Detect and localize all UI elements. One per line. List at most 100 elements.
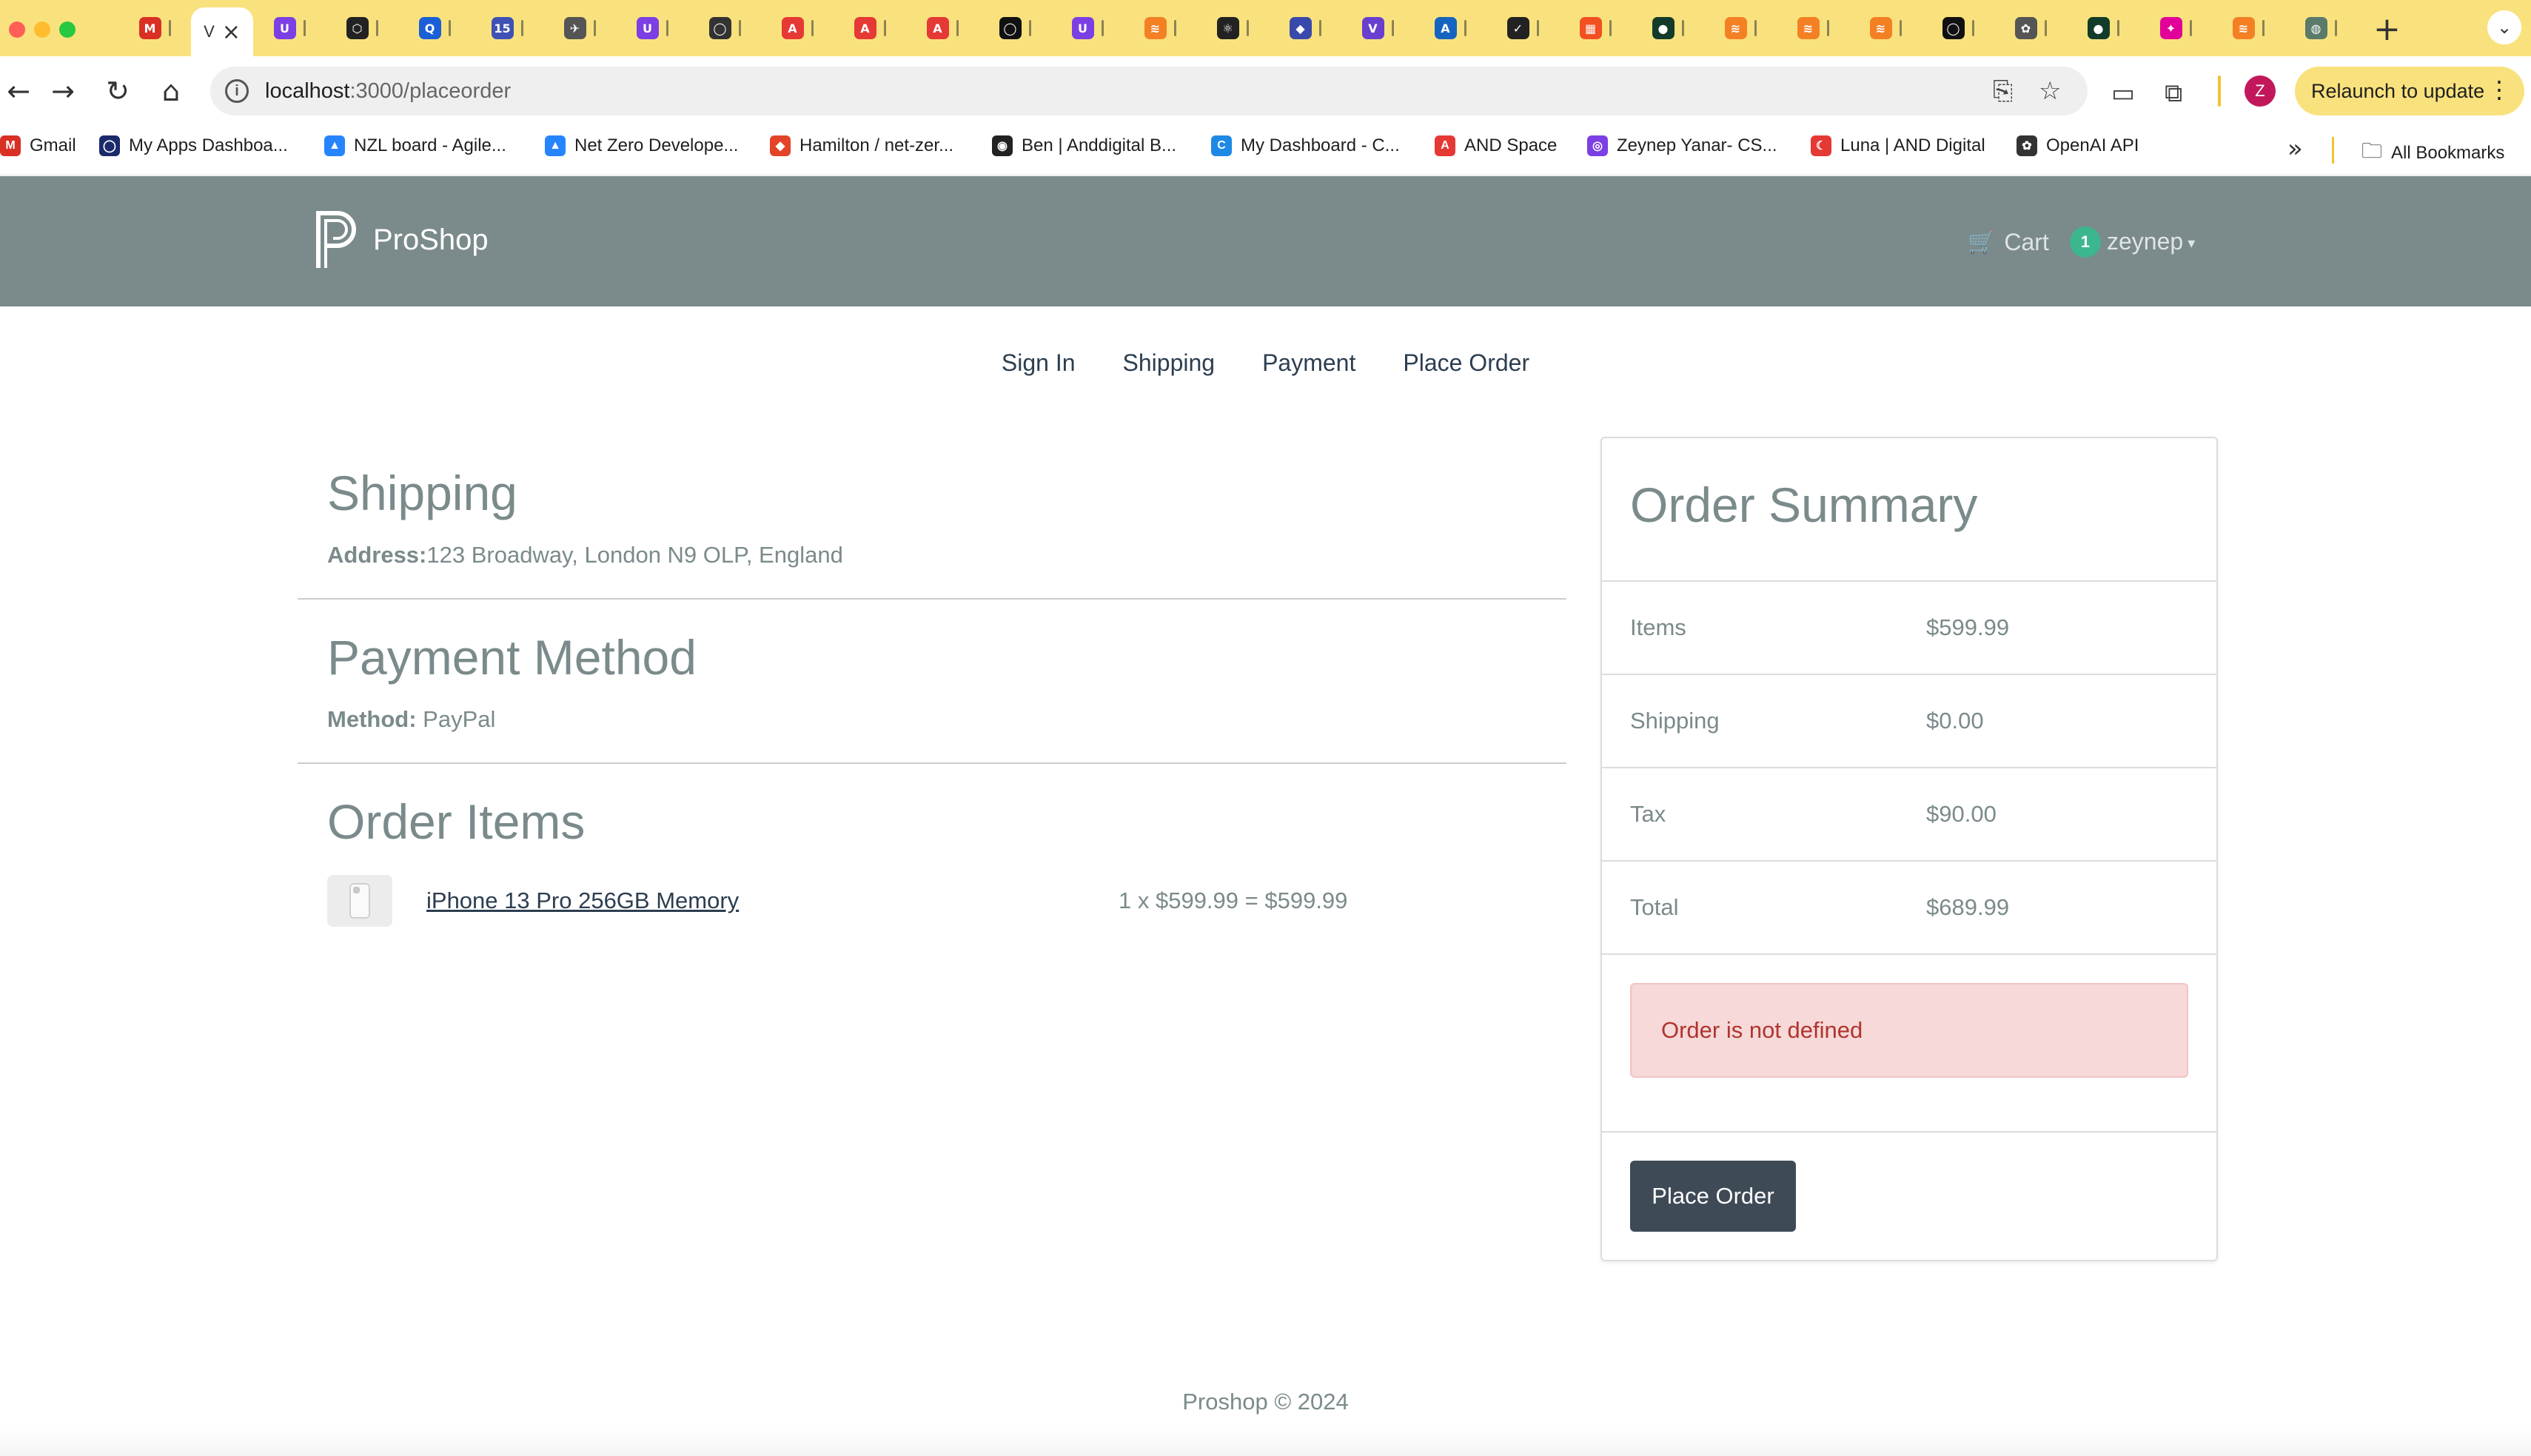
browser-tab[interactable]: U: [1051, 7, 1124, 49]
browser-tab[interactable]: ◍: [2284, 7, 2357, 49]
tab-title-fragment: [1536, 20, 1539, 36]
minimize-window-button[interactable]: [34, 21, 50, 38]
bookmark-item[interactable]: ▲ Net Zero Develope...: [545, 135, 738, 156]
browser-tab[interactable]: ≋: [1777, 7, 1849, 49]
step-payment[interactable]: Payment: [1262, 349, 1355, 377]
reload-icon[interactable]: ↻: [99, 73, 136, 110]
user-menu-dropdown[interactable]: zeynep ▾: [2107, 228, 2195, 255]
close-window-button[interactable]: [9, 21, 25, 38]
browser-tab[interactable]: ≋: [1849, 7, 1922, 49]
relaunch-button[interactable]: Relaunch to update ⋮: [2295, 67, 2524, 115]
shipping-address: Address:123 Broadway, London N9 OLP, Eng…: [327, 542, 1566, 568]
browser-tab[interactable]: ≋: [1704, 7, 1777, 49]
place-order-button[interactable]: Place Order: [1630, 1161, 1796, 1232]
summary-label: Shipping: [1630, 708, 1720, 734]
browser-tab[interactable]: U: [253, 7, 326, 49]
step-sign-in[interactable]: Sign In: [1002, 349, 1076, 377]
cart-label: Cart: [2004, 228, 2049, 255]
gmail-icon: M: [0, 135, 21, 156]
browser-tab[interactable]: ✿: [1994, 7, 2067, 49]
cart-icon: 🛒: [1968, 229, 1996, 255]
bookmark-item[interactable]: M Gmail: [0, 135, 76, 156]
browser-tab[interactable]: A: [761, 7, 834, 49]
order-items-heading: Order Items: [327, 794, 586, 849]
address-bar[interactable]: i localhost:3000/placeorder ⎘ ☆: [210, 67, 2088, 115]
bookmark-item[interactable]: ✿ OpenAI API: [2017, 135, 2139, 156]
home-icon[interactable]: ⌂: [152, 73, 190, 110]
active-tab-label: V: [204, 22, 215, 41]
browser-tab[interactable]: A: [906, 7, 979, 49]
tab-title-fragment: [2044, 20, 2047, 36]
browser-tab[interactable]: ⬡: [326, 7, 398, 49]
browser-tab[interactable]: A: [1414, 7, 1486, 49]
browser-tab[interactable]: ≋: [1124, 7, 1196, 49]
mongodb-icon: ●: [1652, 17, 1675, 39]
extensions-puzzle-icon[interactable]: ⧉: [2165, 78, 2182, 108]
tab-title-fragment: [375, 20, 378, 36]
browser-tab[interactable]: ◯: [979, 7, 1051, 49]
browser-tab[interactable]: ≋: [2212, 7, 2284, 49]
place-order-row: Place Order: [1602, 1133, 2216, 1260]
browser-tab[interactable]: Q: [398, 7, 471, 49]
tab-search-chevron-icon[interactable]: ⌄: [2487, 10, 2521, 44]
browser-tab[interactable]: ✈: [543, 7, 616, 49]
menu-dots-icon[interactable]: ⋮: [2487, 76, 2511, 104]
browser-tab[interactable]: ⚛: [1196, 7, 1269, 49]
browser-tab[interactable]: V: [1341, 7, 1414, 49]
install-app-icon[interactable]: ⎘: [1993, 76, 2013, 106]
back-arrow-icon[interactable]: ←: [0, 73, 37, 110]
summary-row-total: Total $689.99: [1602, 862, 2216, 955]
more-bookmarks-chevron-icon[interactable]: »: [2287, 134, 2303, 164]
browser-tab[interactable]: V ×: [191, 7, 253, 56]
step-shipping[interactable]: Shipping: [1123, 349, 1216, 377]
browser-tab[interactable]: ◯: [1922, 7, 1994, 49]
bookmark-star-icon[interactable]: ☆: [2039, 76, 2061, 106]
step-place-order[interactable]: Place Order: [1403, 349, 1529, 377]
browser-tab[interactable]: ✓: [1486, 7, 1559, 49]
browser-tab[interactable]: ◯: [688, 7, 761, 49]
bookmark-item[interactable]: C My Dashboard - C...: [1211, 135, 1400, 156]
bookmark-item[interactable]: ▲ NZL board - Agile...: [324, 135, 506, 156]
bookmark-item[interactable]: ◎ Zeynep Yanar- CS...: [1587, 135, 1777, 156]
tab-title-fragment: [1681, 20, 1684, 36]
browser-tab[interactable]: 15: [471, 7, 543, 49]
brand-link[interactable]: ProShop: [314, 209, 489, 271]
bookmark-item[interactable]: ◆ Hamilton / net-zer...: [770, 135, 953, 156]
tab-title-fragment: [2189, 20, 2192, 36]
profile-avatar[interactable]: Z: [2245, 76, 2276, 107]
new-tab-button[interactable]: +: [2373, 10, 2401, 48]
bookmark-item[interactable]: ◉ Ben | Anddigital B...: [992, 135, 1176, 156]
browser-tab[interactable]: M: [118, 7, 191, 49]
cast-icon[interactable]: ▭: [2111, 78, 2135, 108]
tab-title-fragment: [2262, 20, 2265, 36]
site-info-icon[interactable]: i: [225, 79, 249, 103]
browser-tab[interactable]: A: [834, 7, 906, 49]
bookmark-item[interactable]: ◯ My Apps Dashboa...: [99, 135, 288, 156]
page-bottom: [0, 1429, 2531, 1456]
maximize-window-button[interactable]: [59, 21, 76, 38]
bookmark-label: AND Space: [1464, 135, 1558, 155]
react-icon: ⚛: [1216, 17, 1239, 39]
tab-title-fragment: [1173, 20, 1176, 36]
forward-arrow-icon[interactable]: →: [44, 73, 81, 110]
all-bookmarks-button[interactable]: 🗀 All Bookmarks: [2361, 135, 2504, 171]
purple-u-icon: U: [273, 17, 296, 39]
bookmark-item[interactable]: ☾ Luna | AND Digital: [1811, 135, 1985, 156]
gmail-icon: M: [138, 17, 161, 39]
browser-tab[interactable]: ▦: [1559, 7, 1632, 49]
url-text[interactable]: localhost:3000/placeorder: [265, 79, 511, 104]
order-summary-card: Order Summary Items $599.99 Shipping $0.…: [1600, 437, 2218, 1261]
cart-link[interactable]: 🛒 Cart 1: [1968, 227, 2101, 258]
browser-tab[interactable]: ✦: [2139, 7, 2212, 49]
tab-title-fragment: [303, 20, 306, 36]
browser-tab[interactable]: ◆: [1269, 7, 1341, 49]
tab-title-fragment: [2116, 20, 2119, 36]
payment-section: Payment Method Method: PayPal: [298, 600, 1566, 762]
close-tab-icon[interactable]: ×: [222, 19, 241, 45]
browser-tab[interactable]: U: [616, 7, 688, 49]
browser-tab[interactable]: ●: [1632, 7, 1704, 49]
product-link[interactable]: iPhone 13 Pro 256GB Memory: [426, 888, 1119, 914]
c-icon: C: [1211, 135, 1232, 156]
browser-tab[interactable]: ●: [2067, 7, 2139, 49]
bookmark-item[interactable]: A AND Space: [1435, 135, 1557, 156]
